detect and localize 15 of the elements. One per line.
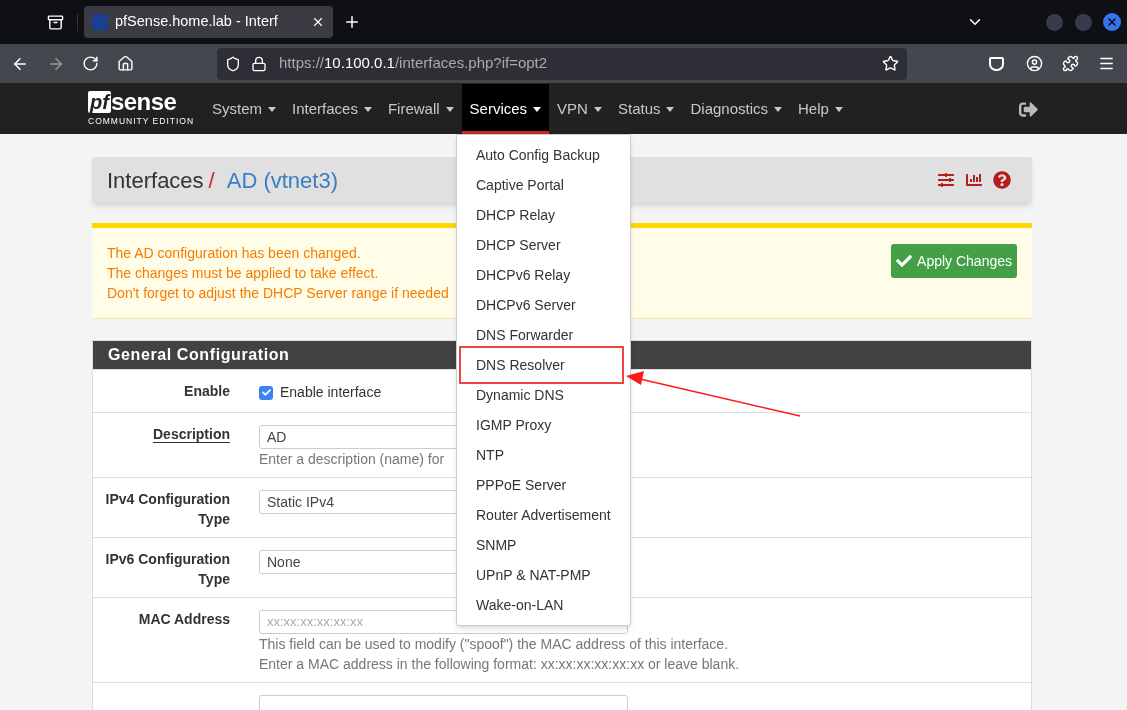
help-text: Enter a description (name) for <box>259 450 445 469</box>
alert-text: The changes must be applied to take effect. <box>107 264 380 283</box>
field-label: Description <box>153 426 230 443</box>
logo-mark: pf <box>88 90 111 113</box>
alert-text: The AD configuration has been changed. <box>107 244 362 263</box>
help-text: This field can be used to modify ("spoof") the MAC address of this interface. <box>259 635 729 654</box>
field-label: IPv4 Configuration Type <box>105 491 230 527</box>
logo-subtitle: COMMUNITY EDITION <box>88 114 196 128</box>
checkbox-label: Enable interface <box>280 383 382 402</box>
field-label: MAC Address <box>138 611 230 627</box>
field-label: IPv6 Configuration Type <box>105 551 230 587</box>
field-label: Enable <box>184 383 230 399</box>
breadcrumb-separator: / <box>208 166 215 195</box>
alert-text: Don't forget to adjust the DHCP Server range if needed <box>107 284 449 303</box>
help-text: Enter a MAC address in the following format: xx:xx:xx:xx:xx:xx or leave blank. <box>259 655 740 674</box>
